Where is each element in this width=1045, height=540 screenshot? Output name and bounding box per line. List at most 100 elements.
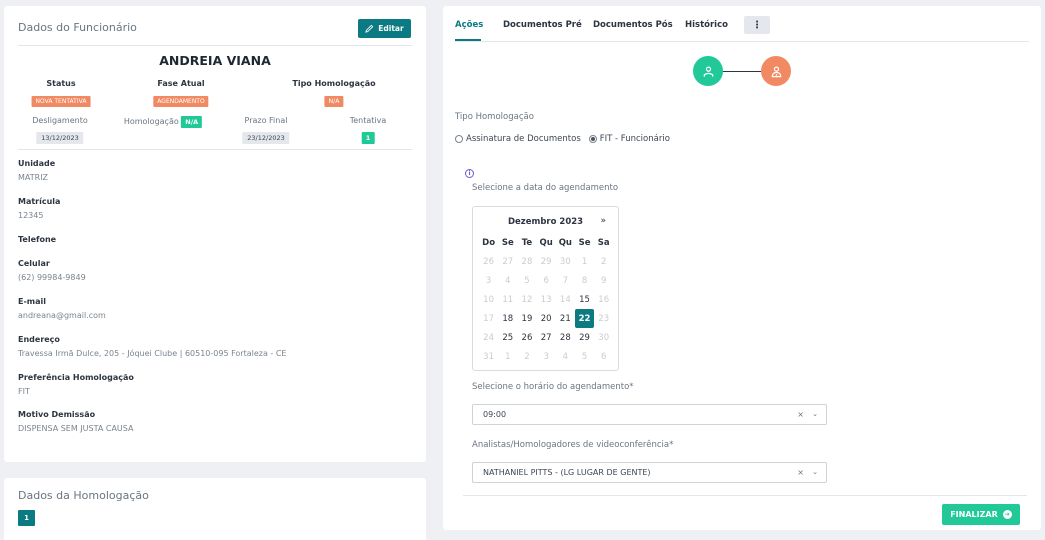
time-select[interactable]: 09:00 × ⌄ [472,404,827,425]
calendar-grid: Do Se Te Qu Qu Se Sa 26 27 28 29 30 1 2 3 4 5 6 7 8 9 10 11 12 1… [479,233,613,366]
attempt-label: Tentativa [349,116,387,125]
homologation-type-badge: N/A [324,96,344,107]
homologation-card: Dados da Homologação 1 [4,478,426,540]
calendar-day: 17 [483,313,494,324]
employee-name: ANDREIA VIANA [159,53,271,68]
weekday-header: Qu [539,237,553,248]
calendar-day: 3 [485,275,492,286]
info-icon[interactable]: i [465,169,474,178]
weekday-header: Se [578,237,591,248]
calendar-day: 1 [581,256,588,267]
calendar-day: 5 [581,351,588,362]
weekday-header: Te [521,237,533,248]
edit-button-label: Editar [378,24,404,33]
calendar-day[interactable]: 20 [537,309,556,328]
homologation-stat: Homologação N/A [124,116,203,128]
deadline-date: 23/12/2023 [242,132,290,144]
tab-pre-documents[interactable]: Documentos Pré [503,20,582,30]
analyst-label: Analistas/Homologadores de videoconferên… [472,440,674,450]
tab-post-documents[interactable]: Documentos Pós [593,20,673,30]
step-homologation [761,56,791,86]
field-preference: Preferência Homologação FIT [18,373,134,396]
step-employee [693,56,723,86]
active-tab-indicator [455,39,481,41]
actions-card: Ações Documentos Pré Documentos Pós Hist… [443,6,1041,530]
phase-badge: AGENDAMENTO [153,96,209,107]
dismissal-date: 13/12/2023 [36,132,84,144]
calendar-day[interactable]: 25 [498,328,517,347]
field-dismissal-reason: Motivo Demissão DISPENSA SEM JUSTA CAUSA [18,410,134,433]
calendar-day: 9 [601,275,607,286]
user-badge-icon [771,66,781,77]
pencil-icon [365,24,374,33]
homologation-type-label: Tipo Homologação [455,112,534,122]
time-select-value: 09:00 [483,410,507,419]
calendar-day: 27 [502,256,514,267]
calendar-day[interactable]: 18 [498,309,517,328]
more-options-button[interactable]: ⋮ [744,16,770,34]
dismissal-stat: Desligamento 13/12/2023 [32,116,88,144]
calendar-day[interactable]: 27 [537,328,556,347]
chevron-down-icon[interactable]: ⌄ [812,468,818,476]
status-label: Status [46,79,76,88]
calendar-day: 6 [543,275,549,286]
radio-fit-employee[interactable] [588,135,597,143]
phase-stat: Fase Atual AGENDAMENTO [153,79,209,107]
calendar-day: 13 [540,294,552,305]
user-icon [703,66,713,77]
radio-document-signature-label: Assinatura de Documentos [466,134,581,144]
step-connector [723,71,761,72]
phase-label: Fase Atual [157,79,205,88]
tab-actions[interactable]: Ações [455,20,483,30]
homologation-count-button[interactable]: 1 [18,510,35,526]
clear-analyst-icon[interactable]: × [797,468,804,477]
field-unit: Unidade MATRIZ [18,159,56,182]
calendar-day: 8 [581,275,588,286]
tab-history[interactable]: Histórico [685,20,728,30]
homologation-type-stat: Tipo Homologação N/A [292,79,376,107]
tab-bar: Ações Documentos Pré Documentos Pós Hist… [455,6,1029,42]
calendar-day: 16 [598,294,610,305]
radio-document-signature[interactable] [455,135,463,143]
calendar-day: 10 [483,294,494,305]
calendar-day: 29 [540,256,552,267]
analyst-select[interactable]: NATHANIEL PITTS - (LG LUGAR DE GENTE) × … [472,462,827,483]
time-label: Selecione o horário do agendamento* [472,382,634,392]
field-address: Endereço Travessa Irmã Dulce, 205 - Jóqu… [18,335,287,358]
field-mobile: Celular (62) 99984-9849 [18,259,86,282]
homologation-type-label: Tipo Homologação [292,79,376,88]
calendar-day: 7 [562,275,569,286]
calendar-day: 11 [502,294,514,305]
finalize-button[interactable]: FINALIZAR ➜ [942,504,1020,525]
divider [18,149,412,150]
calendar-day: 26 [483,256,494,267]
calendar-day[interactable]: 28 [556,328,575,347]
calendar-day[interactable]: 15 [575,290,594,309]
calendar-day[interactable]: 19 [517,309,536,328]
calendar-day: 2 [601,256,607,267]
calendar-day: 30 [598,332,610,343]
edit-button[interactable]: Editar [358,19,411,38]
next-month-button[interactable]: » [600,216,606,226]
homologation-type-radios: Assinatura de Documentos FIT - Funcionár… [455,134,670,144]
calendar-day-selected[interactable]: 22 [574,309,595,328]
radio-fit-employee-label: FIT - Funcionário [599,134,670,144]
calendar-day: 23 [598,313,610,324]
calendar-day[interactable]: 26 [517,328,536,347]
calendar-day: 4 [562,351,569,362]
calendar-day: 6 [601,351,607,362]
dismissal-label: Desligamento [32,116,88,125]
calendar-day[interactable]: 21 [556,309,575,328]
attempt-stat: Tentativa 1 [349,116,387,144]
clear-time-icon[interactable]: × [797,410,804,419]
status-stat: Status NOVA TENTATIVA [31,79,91,107]
calendar-day[interactable]: 29 [575,328,594,347]
calendar-day: 30 [559,256,571,267]
date-picker[interactable]: Dezembro 2023 » Do Se Te Qu Qu Se Sa 26 27 28 29 30… [472,206,619,371]
deadline-label: Prazo Final [244,116,288,125]
chevron-down-icon[interactable]: ⌄ [812,410,818,418]
field-email: E-mail andreana@gmail.com [18,297,106,320]
arrow-right-icon: ➜ [1002,510,1012,519]
weekday-header: Do [482,237,496,248]
deadline-stat: Prazo Final 23/12/2023 [242,116,290,144]
